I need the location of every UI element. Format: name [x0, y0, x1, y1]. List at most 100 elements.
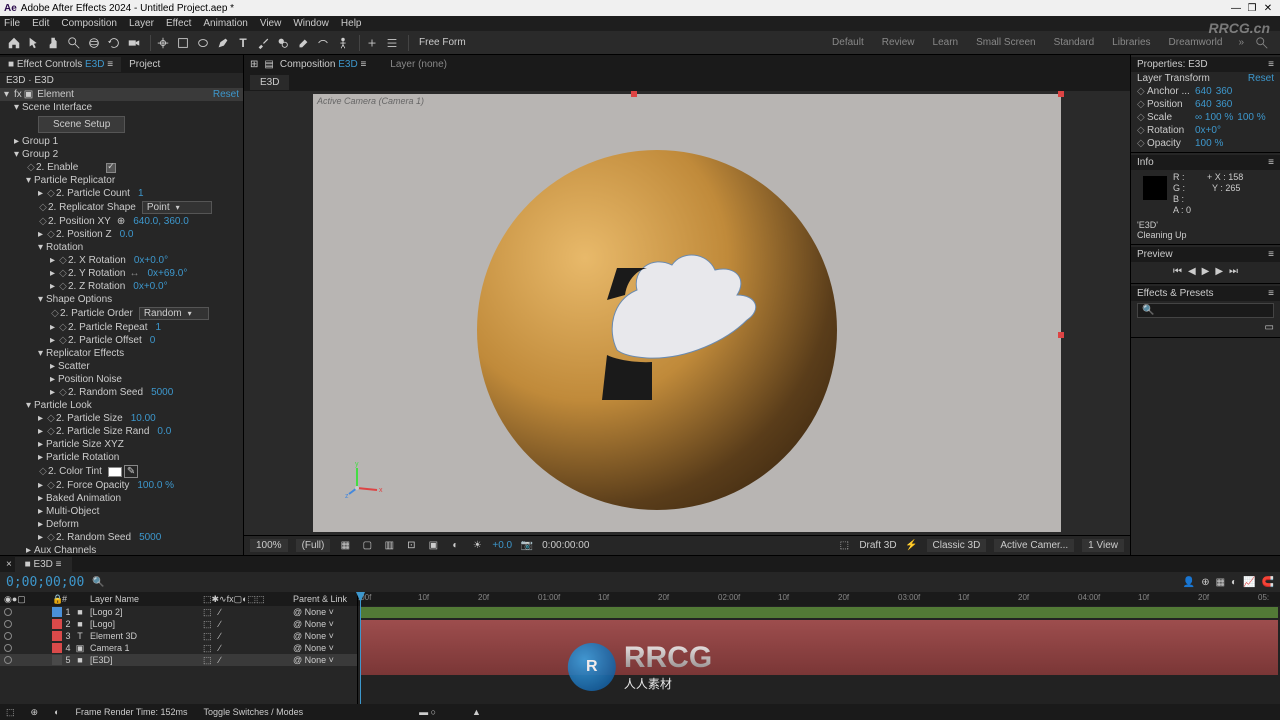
snap-icon[interactable]: [364, 35, 380, 51]
zoom-dropdown[interactable]: 100%: [250, 539, 288, 552]
enable-checkbox[interactable]: [106, 163, 116, 173]
puppet-tool-icon[interactable]: [335, 35, 351, 51]
menu-file[interactable]: File: [4, 18, 20, 29]
baked-animation-row[interactable]: ▸Baked Animation: [0, 492, 243, 505]
menu-window[interactable]: Window: [293, 18, 329, 29]
mask-icon[interactable]: ▢: [360, 540, 374, 551]
rotation-group-row[interactable]: ▾Rotation: [0, 241, 243, 254]
rotate-tool-icon[interactable]: [106, 35, 122, 51]
maximize-button[interactable]: ❐: [1244, 3, 1260, 14]
x-rotation-value[interactable]: 0x+0.0°: [134, 255, 168, 266]
particle-replicator-row[interactable]: ▾Particle Replicator: [0, 174, 243, 187]
effect-element-header[interactable]: ▾fx▣ Element Reset: [0, 88, 243, 101]
search-icon[interactable]: [1254, 35, 1270, 51]
composition-viewer[interactable]: Active Camera (Camera 1) y x: [244, 91, 1130, 535]
comp-nav-icon[interactable]: ▤: [264, 59, 273, 70]
menu-animation[interactable]: Animation: [203, 18, 247, 29]
views-dropdown[interactable]: 1 View: [1082, 539, 1124, 552]
particle-count-value[interactable]: 1: [138, 188, 144, 199]
scatter-row[interactable]: ▸Scatter: [0, 360, 243, 373]
status-icon[interactable]: ◐: [54, 707, 59, 717]
timeline-layer-row[interactable]: 2■[Logo]⬚ ∕@ None ˅: [0, 618, 357, 630]
y-rotation-value[interactable]: 0x+69.0°: [147, 268, 187, 279]
eraser-tool-icon[interactable]: [295, 35, 311, 51]
tl-motion-blur-icon[interactable]: ◐: [1231, 577, 1237, 588]
brush-tool-icon[interactable]: [255, 35, 271, 51]
toggle-switches-button[interactable]: Toggle Switches / Modes: [204, 707, 304, 717]
shape-options-row[interactable]: ▾Shape Options: [0, 293, 243, 306]
fast-preview-icon[interactable]: ⚡: [905, 540, 919, 551]
comp-flow-icon[interactable]: ⊞: [250, 59, 258, 70]
menu-composition[interactable]: Composition: [61, 18, 117, 29]
current-timecode[interactable]: 0:00:00:00: [542, 540, 589, 551]
camera-tool-icon[interactable]: [126, 35, 142, 51]
new-bin-icon[interactable]: ▭: [1265, 322, 1274, 333]
tl-shy-icon[interactable]: 👤: [1183, 577, 1195, 588]
menu-edit[interactable]: Edit: [32, 18, 49, 29]
tl-frame-blend-icon[interactable]: ▦: [1216, 577, 1225, 588]
position-xy-value[interactable]: 640.0, 360.0: [133, 216, 189, 227]
panel-menu-icon[interactable]: ≡: [1268, 157, 1274, 168]
effects-search-input[interactable]: 🔍: [1137, 303, 1274, 318]
zoom-tool-icon[interactable]: [66, 35, 82, 51]
menu-layer[interactable]: Layer: [129, 18, 154, 29]
timeline-ruler[interactable]: :00f10f20f01:00f10f20f02:00f10f20f03:00f…: [358, 592, 1280, 606]
panel-menu-icon[interactable]: ≡: [1268, 249, 1274, 260]
home-icon[interactable]: [6, 35, 22, 51]
position-z-value[interactable]: 0.0: [120, 229, 134, 240]
status-icon[interactable]: ⊕: [31, 707, 39, 718]
renderer-dropdown[interactable]: Classic 3D: [927, 539, 987, 552]
transparency-grid-icon[interactable]: ▦: [338, 540, 352, 551]
timeline-search-icon[interactable]: 🔍: [92, 577, 108, 588]
color-tint-swatch[interactable]: [108, 467, 122, 477]
particle-order-dropdown[interactable]: Random: [139, 307, 209, 320]
workspace-default[interactable]: Default: [832, 37, 864, 48]
menu-effect[interactable]: Effect: [166, 18, 191, 29]
scene-setup-button[interactable]: Scene Setup: [38, 116, 125, 133]
timeline-layer-row[interactable]: 5■[E3D]⬚ ∕@ None ˅: [0, 654, 357, 666]
reset-link[interactable]: Reset: [213, 89, 239, 100]
tab-project[interactable]: Project: [121, 57, 168, 72]
workspace-standard[interactable]: Standard: [1054, 37, 1095, 48]
group2-row[interactable]: ▾Group 2: [0, 148, 243, 161]
tl-snap-icon[interactable]: 🧲: [1262, 577, 1274, 588]
tab-effect-controls[interactable]: ■ Effect Controls E3D ≡: [0, 57, 121, 72]
composition-canvas[interactable]: Active Camera (Camera 1) y x: [313, 94, 1061, 532]
group1-row[interactable]: ▸Group 1: [0, 135, 243, 148]
replicator-effects-row[interactable]: ▾Replicator Effects: [0, 347, 243, 360]
playhead[interactable]: [360, 592, 361, 705]
timeline-bar[interactable]: [360, 620, 1278, 675]
particle-rotation-row[interactable]: ▸Particle Rotation: [0, 451, 243, 464]
draft3d-label[interactable]: Draft 3D: [859, 540, 896, 551]
replicator-shape-dropdown[interactable]: Point: [142, 201, 212, 214]
layer-handle[interactable]: [1058, 332, 1064, 338]
workspace-learn[interactable]: Learn: [933, 37, 959, 48]
last-frame-icon[interactable]: ⏭: [1229, 266, 1238, 277]
timeline-layer-row[interactable]: 4▣Camera 1⬚ ∕@ None ˅: [0, 642, 357, 654]
status-icon[interactable]: ⬚: [6, 707, 15, 718]
z-rotation-value[interactable]: 0x+0.0°: [133, 281, 167, 292]
workspace-review[interactable]: Review: [882, 37, 915, 48]
snapshot-icon[interactable]: 📷: [520, 540, 534, 551]
channel-icon[interactable]: ▣: [426, 540, 440, 551]
transform-reset[interactable]: Reset: [1248, 73, 1274, 84]
prev-frame-icon[interactable]: ◀: [1188, 266, 1196, 277]
timeline-timecode[interactable]: 0;00;00;00: [6, 575, 84, 590]
pen-tool-icon[interactable]: [215, 35, 231, 51]
selection-tool-icon[interactable]: [26, 35, 42, 51]
position-noise-row[interactable]: ▸Position Noise: [0, 373, 243, 386]
particle-size-xyz-row[interactable]: ▸Particle Size XYZ: [0, 438, 243, 451]
first-frame-icon[interactable]: ⏮: [1173, 266, 1182, 277]
camera-dropdown[interactable]: Active Camer...: [994, 539, 1074, 552]
multi-object-row[interactable]: ▸Multi-Object: [0, 505, 243, 518]
play-icon[interactable]: ▶: [1202, 266, 1210, 277]
menu-view[interactable]: View: [260, 18, 282, 29]
timeline-tab-e3d[interactable]: ■ E3D ≡: [15, 557, 72, 572]
particle-look-row[interactable]: ▾Particle Look: [0, 399, 243, 412]
time-offset-value[interactable]: +0.0: [492, 540, 512, 551]
exposure-icon[interactable]: ☀: [470, 540, 484, 551]
workspace-dreamworld[interactable]: Dreamworld: [1169, 37, 1223, 48]
workspace-libraries[interactable]: Libraries: [1112, 37, 1150, 48]
comp-subtab-e3d[interactable]: E3D: [250, 75, 289, 90]
scene-interface-row[interactable]: ▾Scene Interface: [0, 101, 243, 114]
